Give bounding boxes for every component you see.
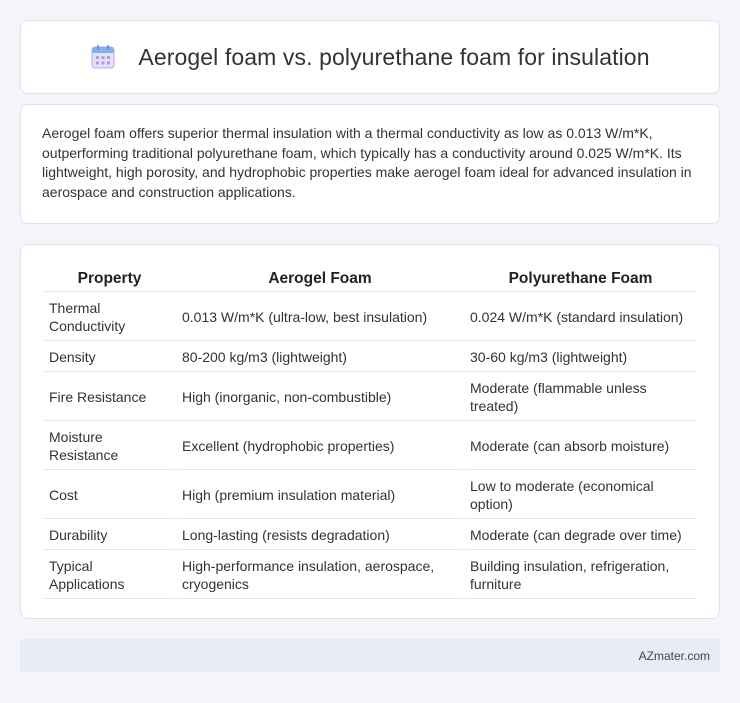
table-row: Thermal Conductivity 0.013 W/m*K (ultra-… [44,294,696,341]
property-cell: Durability [44,521,175,550]
table-header-row: Property Aerogel Foam Polyurethane Foam [44,267,696,292]
aerogel-cell: 0.013 W/m*K (ultra-low, best insulation) [177,294,463,341]
aerogel-cell: High-performance insulation, aerospace, … [177,552,463,599]
calendar-icon [90,44,116,70]
property-cell: Density [44,343,175,372]
header-card: Aerogel foam vs. polyurethane foam for i… [20,20,720,94]
polyurethane-cell: 0.024 W/m*K (standard insulation) [465,294,696,341]
aerogel-cell: High (premium insulation material) [177,472,463,519]
aerogel-cell: High (inorganic, non-combustible) [177,374,463,421]
polyurethane-cell: Moderate (can degrade over time) [465,521,696,550]
footer-site-name: AZmater.com [638,648,710,663]
polyurethane-cell: 30-60 kg/m3 (lightweight) [465,343,696,372]
table-row: Moisture Resistance Excellent (hydrophob… [44,423,696,470]
polyurethane-cell: Moderate (flammable unless treated) [465,374,696,421]
footer: AZmater.com [20,639,720,672]
table-row: Typical Applications High-performance in… [44,552,696,599]
intro-paragraph: Aerogel foam offers superior thermal ins… [42,125,692,200]
property-cell: Fire Resistance [44,374,175,421]
aerogel-cell: 80-200 kg/m3 (lightweight) [177,343,463,372]
page-title: Aerogel foam vs. polyurethane foam for i… [138,43,650,70]
title-wrap: Aerogel foam vs. polyurethane foam for i… [90,44,649,71]
table-row: Cost High (premium insulation material) … [44,472,696,519]
table-row: Density 80-200 kg/m3 (lightweight) 30-60… [44,343,696,372]
intro-card: Aerogel foam offers superior thermal ins… [20,104,720,224]
property-cell: Cost [44,472,175,519]
polyurethane-cell: Moderate (can absorb moisture) [465,423,696,470]
property-cell: Moisture Resistance [44,423,175,470]
header-aerogel-foam: Aerogel Foam [177,267,463,292]
table-row: Durability Long-lasting (resists degrada… [44,521,696,550]
comparison-table: Property Aerogel Foam Polyurethane Foam … [42,265,698,601]
aerogel-cell: Excellent (hydrophobic properties) [177,423,463,470]
comparison-table-card: Property Aerogel Foam Polyurethane Foam … [20,244,720,619]
header-polyurethane-foam: Polyurethane Foam [465,267,696,292]
polyurethane-cell: Low to moderate (economical option) [465,472,696,519]
polyurethane-cell: Building insulation, refrigeration, furn… [465,552,696,599]
table-row: Fire Resistance High (inorganic, non-com… [44,374,696,421]
header-property: Property [44,267,175,292]
property-cell: Thermal Conductivity [44,294,175,341]
aerogel-cell: Long-lasting (resists degradation) [177,521,463,550]
property-cell: Typical Applications [44,552,175,599]
